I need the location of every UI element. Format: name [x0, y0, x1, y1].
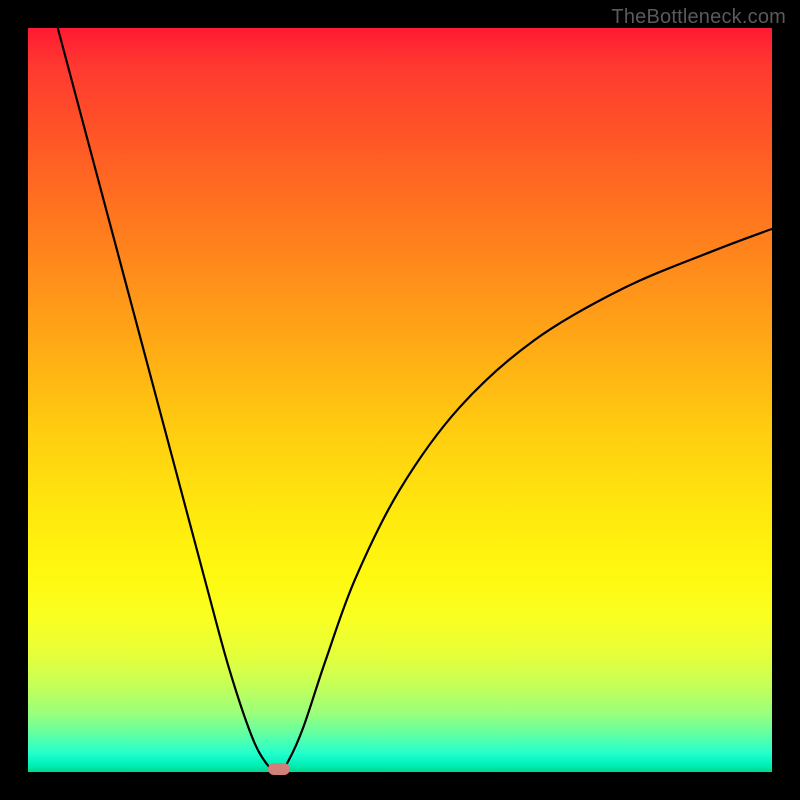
chart-plot-area [28, 28, 772, 772]
bottleneck-curve [28, 28, 772, 772]
watermark-text: TheBottleneck.com [611, 6, 786, 29]
minimum-marker [268, 763, 290, 775]
